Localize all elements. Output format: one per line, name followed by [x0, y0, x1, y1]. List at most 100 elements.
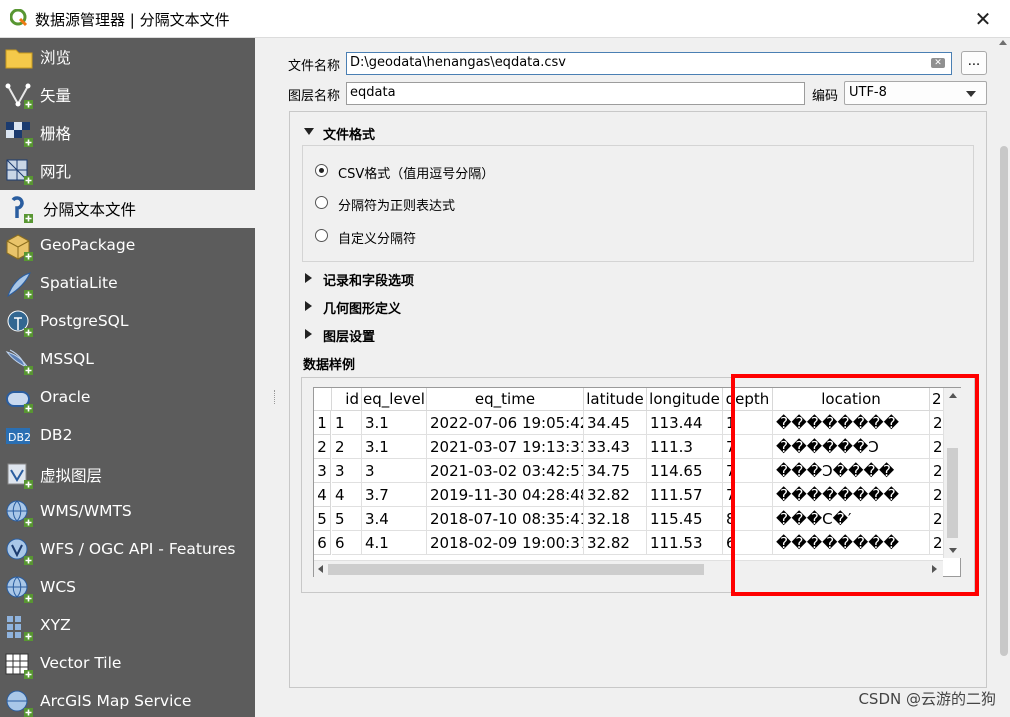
table-cell: ���Ↄ����	[773, 459, 930, 483]
table-cell: 115.45	[647, 507, 723, 531]
table-cell: 1	[723, 411, 773, 435]
table-cell: 34.75	[584, 459, 647, 483]
column-header[interactable]: id	[332, 388, 362, 411]
table-cell: 32.18	[584, 507, 647, 531]
sidebar-item-wcs[interactable]: WCS	[0, 570, 255, 608]
file-name-value: D:\geodata\henangas\eqdata.csv	[350, 55, 566, 70]
virtual-layer-icon	[7, 463, 33, 489]
file-name-input[interactable]: D:\geodata\henangas\eqdata.csv ✕	[346, 52, 952, 75]
encoding-select[interactable]: UTF-8	[844, 81, 987, 105]
radio-csv[interactable]	[315, 164, 328, 177]
db2-icon: DB2	[6, 428, 31, 444]
layer-name-label: 图层名称	[288, 89, 341, 104]
radio-custom[interactable]	[315, 229, 328, 242]
section-record-options[interactable]: 记录和字段选项	[323, 270, 414, 289]
sidebar-item-vector[interactable]: 矢量	[0, 76, 255, 114]
vector-tile-icon	[5, 653, 33, 679]
section-file-format[interactable]: 文件格式	[323, 124, 375, 143]
sidebar-item-virtual-layer[interactable]: 虚拟图层	[0, 456, 255, 494]
sidebar-item-xyz[interactable]: XYZ	[0, 608, 255, 646]
scroll-thumb[interactable]	[328, 564, 704, 575]
column-header[interactable]: location	[773, 388, 930, 411]
sidebar-item-arcgis-map[interactable]: ArcGIS Map Service	[0, 684, 255, 717]
scroll-right-icon[interactable]	[932, 565, 937, 573]
sidebar-item-wms[interactable]: WMS/WMTS	[0, 494, 255, 532]
table-horizontal-scrollbar[interactable]	[314, 560, 943, 578]
row-header: 5	[314, 507, 331, 531]
table-cell: 2018-02-09 19:00:37	[427, 531, 584, 555]
table-cell: 2018-07-10 08:35:41	[427, 507, 584, 531]
row-header: 6	[314, 531, 331, 555]
table-cell: ��������	[773, 483, 930, 507]
file-name-label: 文件名称	[288, 59, 341, 74]
sidebar-item-spatialite[interactable]: SpatiaLite	[0, 266, 255, 304]
sidebar-item-mesh[interactable]: 网孔	[0, 152, 255, 190]
column-header[interactable]: longitude	[647, 388, 723, 411]
sidebar-item-geopackage[interactable]: GeoPackage	[0, 228, 255, 266]
column-header[interactable]: depth	[723, 388, 773, 411]
scroll-thumb[interactable]	[1000, 146, 1008, 656]
table-cell: 7	[723, 435, 773, 459]
browse-button[interactable]: ...	[961, 51, 987, 75]
row-header: 2	[314, 435, 331, 459]
wfs-icon	[6, 538, 33, 565]
radio-custom-label[interactable]: 自定义分隔符	[338, 228, 416, 247]
radio-regex[interactable]	[315, 196, 328, 209]
scroll-up-icon[interactable]	[999, 40, 1007, 45]
sidebar-item-postgresql[interactable]: PostgreSQL	[0, 304, 255, 342]
layer-name-input[interactable]: eqdata	[346, 82, 805, 105]
sidebar-item-vector-tile[interactable]: Vector Tile	[0, 646, 255, 684]
table-cell: 114.65	[647, 459, 723, 483]
radio-regex-label[interactable]: 分隔符为正则表达式	[338, 195, 455, 214]
geopackage-icon	[6, 234, 33, 261]
column-header[interactable]: eq_level	[362, 388, 427, 411]
sample-table[interactable]: id eq_level eq_time latitude longitude d…	[313, 387, 961, 577]
table-cell: 4	[332, 483, 362, 507]
scroll-left-icon[interactable]	[318, 565, 323, 573]
scroll-up-icon[interactable]	[949, 393, 957, 398]
table-cell: 32.82	[584, 483, 647, 507]
table-cell: ���C�′	[773, 507, 930, 531]
splitter-handle[interactable]	[274, 390, 278, 404]
section-layer-settings[interactable]: 图层设置	[323, 326, 375, 345]
table-cell: 32.82	[584, 531, 647, 555]
sidebar-item-browser[interactable]: 浏览	[0, 38, 255, 76]
window-title: 数据源管理器 | 分隔文本文件	[35, 11, 230, 29]
close-button[interactable]: ✕	[970, 6, 996, 32]
sidebar-item-delimited-text[interactable]: 分隔文本文件	[0, 190, 255, 228]
scroll-down-icon[interactable]	[949, 548, 957, 553]
sidebar-item-oracle[interactable]: Oracle	[0, 380, 255, 418]
radio-csv-label[interactable]: CSV格式（值用逗号分隔）	[338, 163, 494, 182]
sidebar-item-db2[interactable]: DB2 DB2	[0, 418, 255, 456]
title-bar: 数据源管理器 | 分隔文本文件 ✕	[0, 0, 1010, 38]
sidebar-item-mssql[interactable]: MSSQL	[0, 342, 255, 380]
folder-icon	[5, 49, 33, 69]
expand-down-icon[interactable]	[304, 128, 314, 135]
section-geometry[interactable]: 几何图形定义	[323, 298, 401, 317]
clear-icon[interactable]: ✕	[931, 58, 945, 68]
mesh-icon	[6, 159, 33, 185]
table-cell: 3	[362, 459, 427, 483]
expand-right-icon[interactable]	[305, 301, 312, 311]
table-cell: 111.3	[647, 435, 723, 459]
table-cell: 3.4	[362, 507, 427, 531]
table-cell: 1	[332, 411, 362, 435]
scroll-thumb[interactable]	[947, 448, 958, 538]
table-cell: 3	[332, 459, 362, 483]
row-header: 4	[314, 483, 331, 507]
column-header[interactable]: latitude	[584, 388, 647, 411]
table-vertical-scrollbar[interactable]	[943, 388, 961, 558]
expand-right-icon[interactable]	[305, 329, 312, 339]
table-cell: 34.45	[584, 411, 647, 435]
expand-right-icon[interactable]	[305, 273, 312, 283]
column-header[interactable]: eq_time	[427, 388, 584, 411]
panel-vertical-scrollbar[interactable]	[998, 38, 1010, 717]
xyz-icon	[7, 616, 33, 641]
splitter[interactable]	[255, 38, 272, 717]
vector-icon	[5, 83, 33, 109]
sidebar-item-wfs[interactable]: WFS / OGC API - Features	[0, 532, 255, 570]
sample-heading: 数据样例	[303, 358, 356, 373]
sidebar-item-raster[interactable]: 栅格	[0, 114, 255, 152]
table-cell: 2021-03-02 03:42:57	[427, 459, 584, 483]
table-cell: 33.43	[584, 435, 647, 459]
